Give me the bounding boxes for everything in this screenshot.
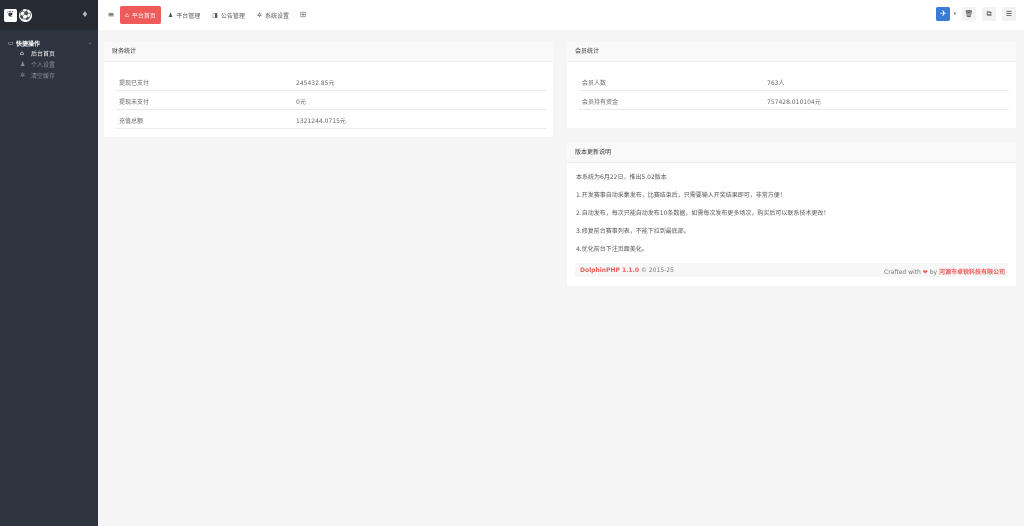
user-icon: ♟ bbox=[20, 61, 26, 68]
tab-label: 平台管理 bbox=[176, 12, 201, 20]
logo-emblem-icon: ❦ bbox=[4, 9, 17, 22]
panel-footer: DolphinPHP 1.1.0 © 2015-25 Crafted with … bbox=[575, 263, 1008, 277]
gear-icon: ✲ bbox=[256, 11, 262, 19]
chevron-down-icon: ⌄ bbox=[87, 40, 92, 46]
tab-label: 公告管理 bbox=[220, 12, 245, 20]
version-note-line: 4.优化前台下注页面美化。 bbox=[576, 246, 648, 253]
row-value: 757428.010104元 bbox=[767, 99, 821, 106]
row-label: 会员持有资金 bbox=[582, 99, 619, 106]
table-row: 充值总额 1321244.0715元 bbox=[116, 110, 546, 129]
tab-platform-management[interactable]: ♟ 平台管理 bbox=[163, 6, 205, 24]
footer-brand-link[interactable]: DolphinPHP 1.1.0 bbox=[580, 267, 639, 274]
theme-drop-icon[interactable]: ♦ bbox=[81, 10, 89, 20]
trash-icon[interactable]: 🗑 bbox=[962, 7, 976, 21]
footer-crafted-text: Crafted with bbox=[884, 269, 923, 276]
panel-title: 版本更新说明 bbox=[567, 143, 1016, 163]
version-note-line: 本系统为6月22日，推出5.02版本 bbox=[576, 174, 667, 181]
announcement-icon: ◨ bbox=[212, 11, 218, 19]
tab-label: 系统设置 bbox=[264, 12, 289, 20]
table-row: 提现已支付 245432.85元 bbox=[116, 72, 546, 91]
home-icon: ⌂ bbox=[125, 11, 129, 19]
version-note-line: 2.自动发布，每次只能自动发布10条数据，如需每次发布更多场次，购买后可以联系技… bbox=[576, 210, 830, 217]
folder-open-icon: ▭ bbox=[8, 39, 14, 47]
member-stats-panel: 会员统计 会员人数 763人 会员持有资金 757428.010104元 bbox=[567, 42, 1016, 128]
footer-credits: Crafted with ❤ by 河源市卓锐科技有限公司 bbox=[884, 267, 1005, 276]
home-icon: ⌂ bbox=[20, 50, 24, 57]
footer-years: © 2015-25 bbox=[639, 267, 674, 274]
header-right-tools: ✈ ▾ 🗑 ⧉ ☰ bbox=[936, 7, 1016, 21]
trash-cog-icon: ✲ bbox=[20, 72, 26, 79]
row-value: 0元 bbox=[296, 99, 306, 106]
footer-by-text: by bbox=[927, 269, 939, 276]
row-value: 245432.85元 bbox=[296, 80, 335, 87]
caret-down-icon[interactable]: ▾ bbox=[953, 11, 956, 17]
sidebar-section-quick-actions[interactable]: ▭ 快捷操作 ⌄ bbox=[0, 38, 98, 48]
top-header: ≡ ⌂ 平台首页 ♟ 平台管理 ◨ 公告管理 ✲ 系统设置 ⊞ ✈ ▾ 🗑 ⧉ … bbox=[98, 0, 1024, 30]
version-notes-panel: 版本更新说明 本系统为6月22日，推出5.02版本 1.开发赛事自动采集发布，比… bbox=[567, 143, 1016, 286]
table-row: 会员持有资金 757428.010104元 bbox=[579, 91, 1009, 110]
sidebar-item-dashboard[interactable]: ⌂ 后台首页 bbox=[0, 48, 98, 59]
row-label: 会员人数 bbox=[582, 80, 607, 87]
row-label: 提现已支付 bbox=[119, 80, 150, 87]
finance-stats-panel: 财务统计 提现已支付 245432.85元 提现未支付 0元 充值总额 1321… bbox=[104, 42, 553, 137]
panel-title: 会员统计 bbox=[567, 42, 1016, 62]
top-tabs: ⌂ 平台首页 ♟ 平台管理 ◨ 公告管理 ✲ 系统设置 ⊞ bbox=[120, 6, 308, 24]
sidebar-item-label: 清空缓存 bbox=[31, 73, 56, 80]
version-note-line: 1.开发赛事自动采集发布，比赛结束后，只需要输入开奖结果即可，非常方便！ bbox=[576, 192, 786, 199]
table-row: 会员人数 763人 bbox=[579, 72, 1009, 91]
logo[interactable]: ❦ ⚽ bbox=[4, 9, 32, 23]
sidebar-item-label: 个人设置 bbox=[31, 62, 56, 69]
user-icon: ♟ bbox=[167, 11, 174, 19]
row-label: 充值总额 bbox=[119, 118, 144, 125]
tab-system-settings[interactable]: ✲ 系统设置 bbox=[252, 6, 294, 24]
row-value: 763人 bbox=[767, 80, 785, 87]
row-value: 1321244.0715元 bbox=[296, 118, 346, 125]
sidebar: ❦ ⚽ ♦ ▭ 快捷操作 ⌄ ⌂ 后台首页 ♟ 个人设置 ✲ 清空缓存 bbox=[0, 0, 98, 526]
fullscreen-icon[interactable]: ⧉ bbox=[982, 7, 996, 21]
side-panel-icon[interactable]: ☰ bbox=[1002, 7, 1016, 21]
sidebar-item-clear-cache[interactable]: ✲ 清空缓存 bbox=[0, 70, 98, 81]
menu-toggle-icon[interactable]: ≡ bbox=[106, 10, 116, 20]
grid-menu-icon[interactable]: ⊞ bbox=[298, 6, 308, 24]
footer-company-link[interactable]: 河源市卓锐科技有限公司 bbox=[939, 269, 1005, 276]
tab-label: 平台首页 bbox=[131, 12, 156, 20]
soccer-ball-icon: ⚽ bbox=[19, 9, 32, 22]
sidebar-item-label: 后台首页 bbox=[31, 51, 56, 58]
sidebar-header: ❦ ⚽ ♦ bbox=[0, 0, 98, 30]
sidebar-item-profile[interactable]: ♟ 个人设置 bbox=[0, 59, 98, 70]
tab-announcement-management[interactable]: ◨ 公告管理 bbox=[207, 6, 250, 24]
version-note-line: 3.修复前台赛事列表，不能下拉到最底部。 bbox=[576, 228, 690, 235]
user-avatar[interactable]: ✈ bbox=[936, 7, 951, 21]
row-label: 提现未支付 bbox=[119, 99, 150, 106]
sidebar-nav: ▭ 快捷操作 ⌄ ⌂ 后台首页 ♟ 个人设置 ✲ 清空缓存 bbox=[0, 38, 98, 81]
table-row: 提现未支付 0元 bbox=[116, 91, 546, 110]
sidebar-section-label: 快捷操作 bbox=[16, 40, 41, 48]
panel-title: 财务统计 bbox=[104, 42, 553, 62]
footer-copyright: DolphinPHP 1.1.0 © 2015-25 bbox=[580, 267, 674, 274]
tab-platform-home[interactable]: ⌂ 平台首页 bbox=[120, 6, 161, 24]
